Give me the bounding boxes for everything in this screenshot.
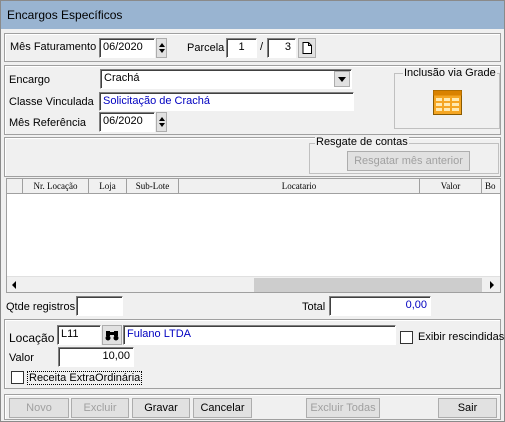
excluir-button[interactable]: Excluir: [71, 398, 129, 418]
inclusao-grade-button[interactable]: [433, 90, 462, 115]
locacao-field[interactable]: L11: [57, 325, 101, 345]
mes-faturamento-spinner[interactable]: [156, 38, 167, 58]
mes-referencia-label: Mês Referência: [9, 117, 87, 129]
arrow-left-icon: [12, 281, 16, 289]
new-document-button[interactable]: [298, 38, 316, 58]
locacao-label: Locação: [9, 331, 55, 345]
classe-vinculada-field[interactable]: Solicitação de Crachá: [99, 92, 354, 111]
exibir-rescindidas-label: Exibir rescindidas: [418, 331, 505, 343]
search-locacao-button[interactable]: [102, 325, 122, 345]
sair-button[interactable]: Sair: [438, 398, 497, 418]
dialog-window: Encargos Específicos Mês Faturamento 06/…: [0, 0, 505, 422]
locatario-field[interactable]: Fulano LTDA: [123, 325, 396, 345]
encargo-label: Encargo: [9, 74, 50, 86]
encargo-selected-value: Crachá: [104, 72, 140, 84]
window-title: Encargos Específicos: [7, 8, 123, 22]
arrow-right-icon: [490, 281, 494, 289]
novo-button[interactable]: Novo: [9, 398, 69, 418]
grid-indicator-header: [7, 179, 23, 194]
resgatar-mes-anterior-button[interactable]: Resgatar mês anterior: [347, 151, 470, 171]
spin-down-icon: [159, 123, 165, 127]
excluir-todas-button[interactable]: Excluir Todas: [306, 398, 380, 418]
chevron-down-icon: [338, 77, 346, 82]
scroll-left-button[interactable]: [7, 277, 24, 292]
qtde-registros-field: [76, 296, 123, 316]
spreadsheet-icon: [433, 90, 462, 115]
mes-referencia-spinner[interactable]: [156, 112, 167, 132]
classe-vinculada-label: Classe Vinculada: [9, 96, 94, 108]
cancelar-button[interactable]: Cancelar: [193, 398, 252, 418]
gravar-button[interactable]: Gravar: [132, 398, 190, 418]
qtde-registros-label: Qtde registros: [6, 301, 76, 313]
valor-field[interactable]: 10,00: [58, 347, 134, 367]
grid-col-sub-lote[interactable]: Sub-Lote: [127, 179, 179, 194]
total-label: Total: [302, 301, 326, 313]
parcela-field[interactable]: 1: [226, 38, 257, 58]
spin-up-icon: [159, 117, 165, 121]
spin-down-icon: [159, 49, 165, 53]
encargos-grid[interactable]: Nr. Locação Loja Sub-Lote Locatario Valo…: [6, 178, 501, 293]
grid-col-locatario[interactable]: Locatario: [179, 179, 420, 194]
grid-horizontal-scrollbar[interactable]: [7, 276, 500, 292]
encargo-dropdown-button[interactable]: [334, 71, 350, 87]
title-bar[interactable]: Encargos Específicos: [1, 1, 504, 29]
scroll-right-button[interactable]: [483, 277, 500, 292]
inclusao-grade-label: Inclusão via Grade: [403, 67, 497, 79]
resgate-group-label: Resgate de contas: [315, 136, 409, 148]
mes-faturamento-field[interactable]: 06/2020: [99, 38, 155, 58]
mes-referencia-field[interactable]: 06/2020: [99, 112, 155, 132]
encargo-select[interactable]: Crachá: [100, 69, 352, 89]
grid-col-loja[interactable]: Loja: [89, 179, 127, 194]
grid-col-nr-locacao[interactable]: Nr. Locação: [23, 179, 89, 194]
parcela-separator: /: [260, 41, 264, 53]
scroll-thumb[interactable]: [254, 278, 482, 292]
total-field: 0,00: [329, 296, 431, 316]
valor-label: Valor: [9, 352, 34, 364]
exibir-rescindidas-checkbox[interactable]: [400, 331, 413, 344]
receita-extraordinaria-checkbox[interactable]: [11, 371, 24, 384]
grid-col-bo[interactable]: Bo: [482, 179, 500, 194]
grid-col-valor[interactable]: Valor: [420, 179, 482, 194]
mes-faturamento-label: Mês Faturamento: [10, 41, 97, 53]
parcela-label: Parcela: [187, 42, 225, 54]
receita-extraordinaria-label: Receita ExtraOrdinária: [27, 371, 143, 385]
spin-up-icon: [159, 43, 165, 47]
parcela-total-field[interactable]: 3: [267, 38, 296, 58]
binoculars-icon: [105, 331, 119, 341]
document-icon: [302, 42, 312, 54]
